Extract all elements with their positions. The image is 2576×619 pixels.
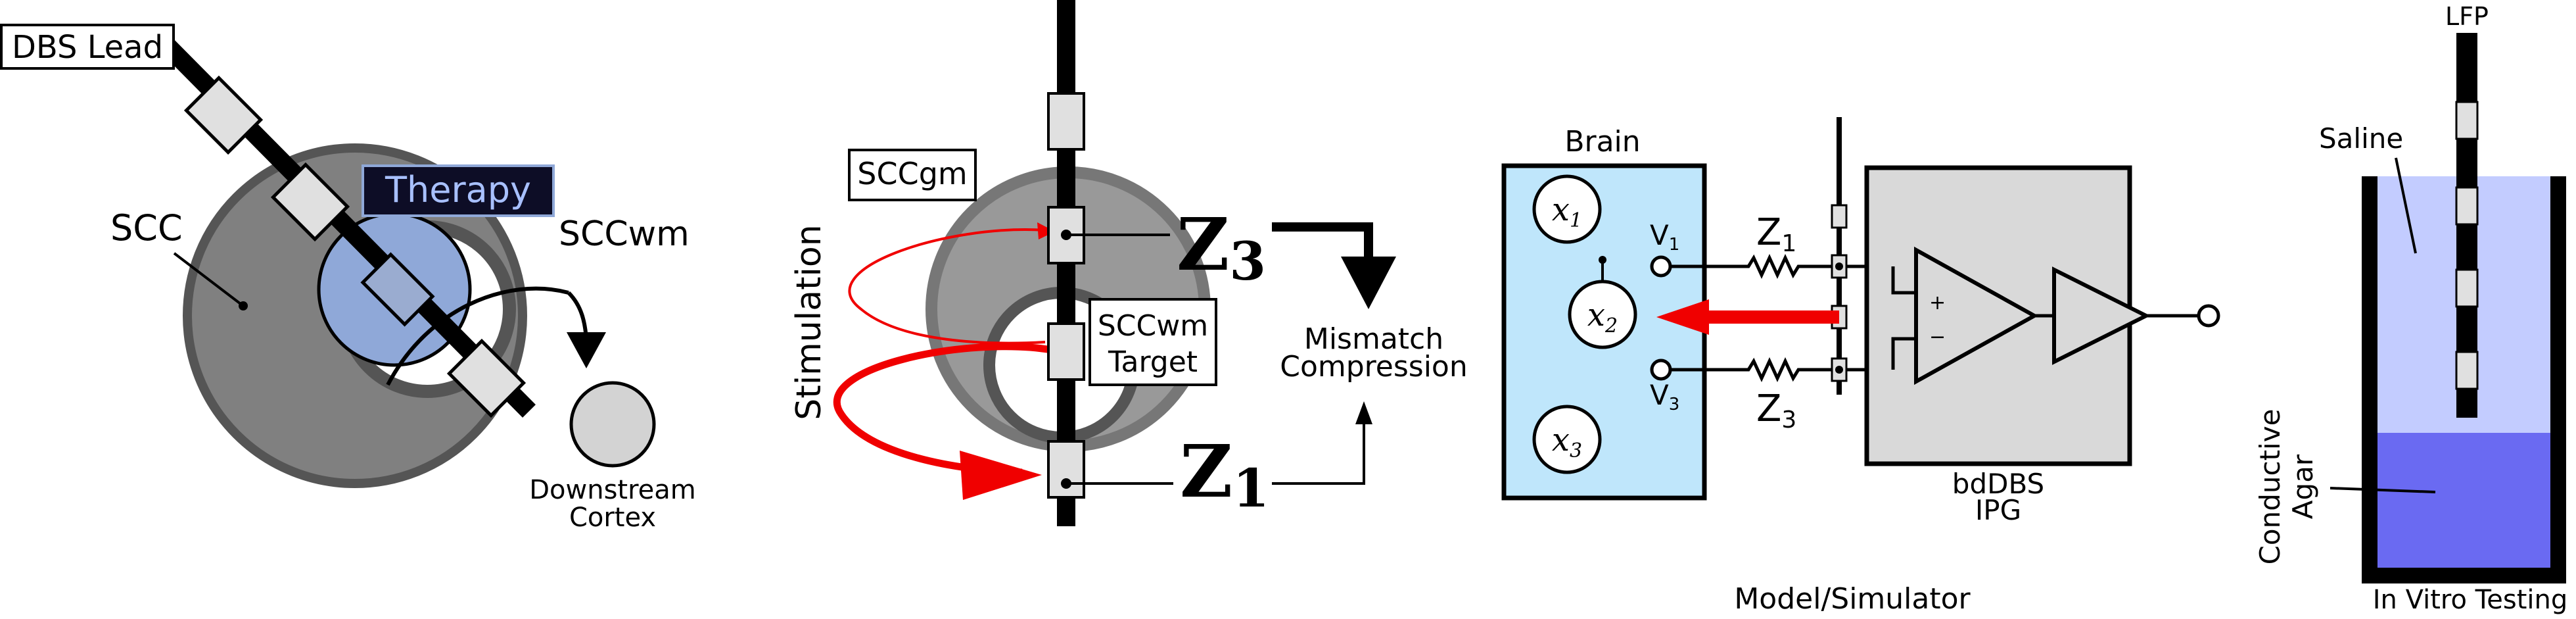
compression-label: Compression [1280,350,1468,384]
amp-plus-sign: + [1929,291,1946,314]
v1-terminal [1650,255,1672,278]
panel-impedance-mismatch: SCCgm SCCwm Target Stimulation Z3 Z1 Mis… [789,0,1468,526]
agar-layer [2370,433,2558,574]
panel-model-simulator: Brain x1 x2 x3 V1 V3 Z1 Z3 + − bdDBS IPG… [1501,117,2220,616]
circuit-junction [1835,262,1843,270]
cortex-label: Cortex [569,503,656,533]
sccgm-label: SCCgm [857,156,967,191]
therapy-label: Therapy [385,169,531,210]
sccwm-target-label-line1: SCCwm [1098,309,1208,343]
z3-impedance-label: Z3 [1756,387,1796,433]
v3-terminal [1650,359,1672,381]
z3-mismatch-arrowhead [1341,257,1396,309]
node-x2-stem-dot [1599,256,1606,264]
z1-impedance-label: Z1 [1756,211,1796,257]
lead-contact [1047,322,1085,381]
scc-pointer-dot [239,301,248,310]
probe-contact [2455,351,2479,390]
panel-in-vitro: LFP Saline Conductive Agar In Vitro Test… [2254,2,2567,615]
model-simulator-caption: Model/Simulator [1734,582,1971,616]
dbs-lead-label: DBS Lead [12,29,163,66]
saline-label: Saline [2319,122,2403,155]
circuit-junction [1835,366,1843,374]
brain-label: Brain [1564,125,1640,159]
probe-contact [2455,186,2479,226]
scc-label: SCC [110,207,183,249]
sccwm-label: SCCwm [559,214,690,254]
ipg-label-line2: IPG [1975,494,2021,526]
sccwm-arrowhead [567,332,606,368]
lfp-label: LFP [2445,2,2489,31]
agar-label-line1: Conductive [2254,409,2286,565]
in-vitro-caption: In Vitro Testing [2373,585,2568,615]
panel-scc-anatomy: DBS Lead Therapy SCC SCCwm Downstream Co… [0,24,696,533]
stimulation-arrowhead-thick [960,451,1042,500]
sccwm-arrow [567,291,588,339]
stimulation-label: Stimulation [789,224,829,420]
z1-mismatch-arrow [1272,421,1365,485]
lead-contact [1047,92,1085,151]
lead-contact-z1 [1047,440,1085,499]
figure: DBS Lead Therapy SCC SCCwm Downstream Co… [0,0,2567,616]
z1-mismatch-arrowhead [1355,401,1372,424]
z1-symbol: Z1 [1180,429,1269,519]
agar-label-line2: Agar [2287,454,2319,519]
downstream-label: Downstream [529,475,696,505]
probe-contact [2455,101,2479,140]
probe-contact [2455,268,2479,308]
sccwm-target-label-line2: Target [1108,345,1198,379]
z3-symbol: Z3 [1177,202,1266,292]
output-terminal [2197,304,2220,328]
amp-minus-sign: − [1929,326,1946,349]
downstream-cortex [569,381,656,468]
circuit-lead-contact [1831,204,1848,229]
